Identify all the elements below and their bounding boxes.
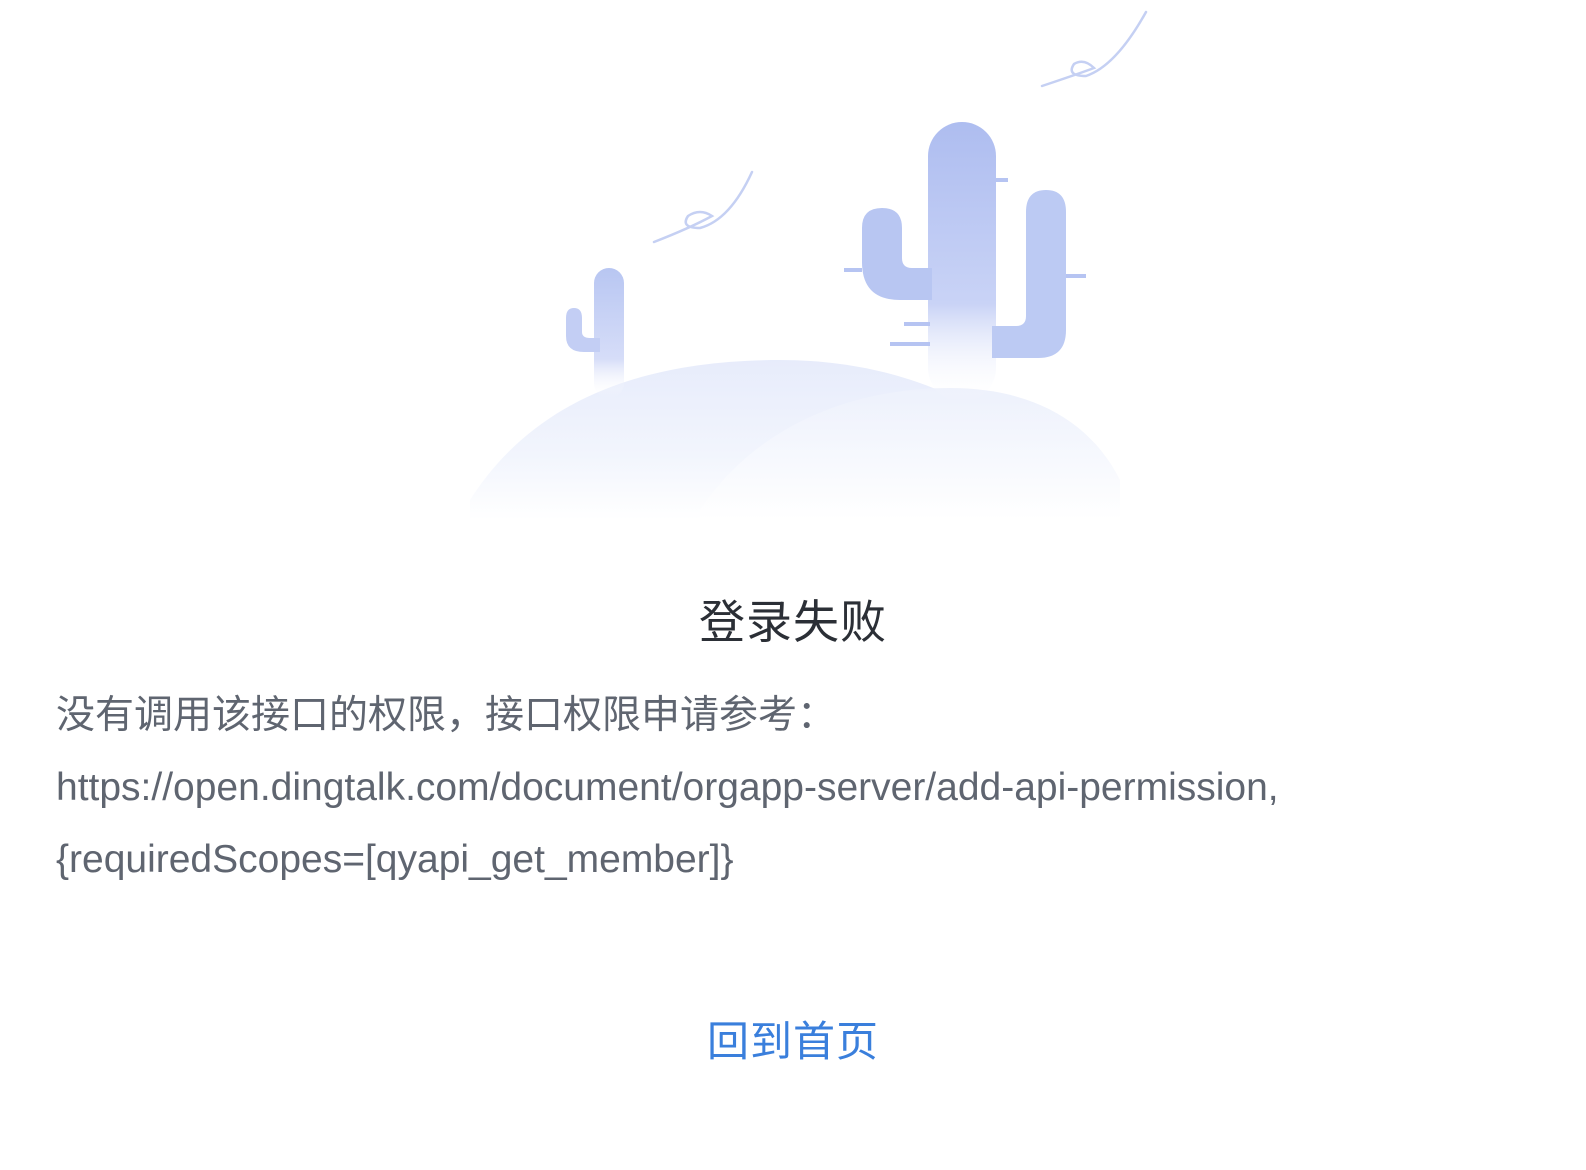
- back-to-home-link[interactable]: 回到首页: [0, 1012, 1586, 1072]
- error-message-line: 没有调用该接口的权限，接口权限申请参考：: [56, 694, 837, 737]
- hill-shapes: [470, 360, 1120, 520]
- page-title: 登录失败: [699, 596, 887, 648]
- small-cactus-icon: [566, 268, 624, 398]
- large-cactus-icon: [844, 122, 1086, 402]
- permission-doc-url: https://open.dingtalk.com/document/orgap…: [56, 766, 1279, 809]
- wind-swirl-icon: [652, 10, 1148, 244]
- cactus-desert-illustration: [470, 10, 1148, 520]
- required-scopes-text: {requiredScopes=[qyapi_get_member]}: [56, 838, 734, 881]
- error-message: 没有调用该接口的权限，接口权限申请参考： https://open.dingta…: [56, 680, 1546, 896]
